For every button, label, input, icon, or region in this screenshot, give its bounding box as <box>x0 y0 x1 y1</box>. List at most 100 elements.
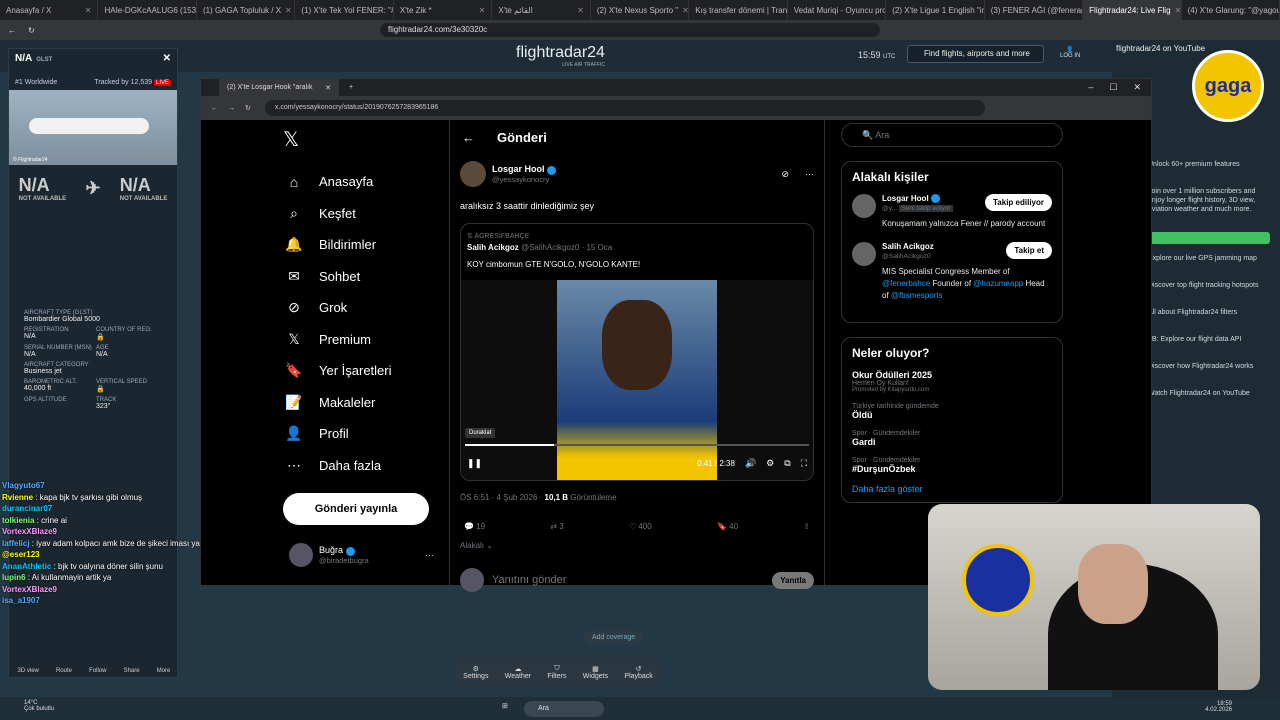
account-switcher[interactable]: Buğra @biradetbugra ··· <box>289 543 434 567</box>
trend-item[interactable]: Spor · Gündemdekiler Gardi <box>852 430 1052 447</box>
nav-item-sohbet[interactable]: ✉ Sohbet <box>283 261 443 293</box>
close-icon[interactable]: ✕ <box>81 6 92 15</box>
promo-item[interactable]: Discover top flight tracking hotspots <box>1148 281 1270 290</box>
browser-tab[interactable]: Anasayfa / X ✕ <box>0 0 99 20</box>
chat-username[interactable]: laffelicj <box>2 539 30 548</box>
browser-tab[interactable]: (3) FENER AĞI (@fenerağ✕ <box>985 0 1084 20</box>
trend-item[interactable]: Spor · Gündemdekiler #DurşunÖzbek <box>852 457 1052 474</box>
panel-action-follow[interactable]: Follow <box>89 668 106 674</box>
reply-sort[interactable]: Alakalı ⌄ <box>460 541 814 550</box>
maximize-icon[interactable]: ☐ <box>1109 82 1117 93</box>
trend-item[interactable]: Okur Ödülleri 2025 Hemen Oy Kullan! Promot… <box>852 370 1052 393</box>
pip-icon[interactable]: ⧉ <box>784 458 790 469</box>
nav-item-anasayfa[interactable]: ⌂ Anasayfa <box>283 166 443 198</box>
browser-tab[interactable]: (2) X'te Nexus Sporto " ✕ <box>591 0 690 20</box>
login-button[interactable]: 👤 LOG IN <box>1060 46 1080 59</box>
browser-tab[interactable]: X'te القائم ✕ <box>492 0 591 20</box>
promo-item[interactable]: Join over 1 million subscribers and enjo… <box>1148 187 1270 214</box>
promo-item[interactable]: Discover how Flightradar24 works <box>1148 362 1270 371</box>
browser-tab[interactable]: Flightradar24: Live Flig ✕ <box>1083 0 1182 20</box>
follow-button[interactable]: Takip et <box>1006 242 1052 260</box>
taskbar-search[interactable]: Ara <box>524 701 604 717</box>
outer-url-input[interactable]: flightradar24.com/3e30320c <box>380 23 880 37</box>
close-icon[interactable]: ✕ <box>163 53 171 64</box>
post-button[interactable]: Gönderi yayınla <box>283 493 429 525</box>
nav-item-grok[interactable]: ⊘ Grok <box>283 292 443 324</box>
browser-tab[interactable]: (4) X'te Glarung: "@yagou✕ <box>1182 0 1280 20</box>
share-icon[interactable]: ⇪ <box>803 522 810 531</box>
browser-tab[interactable]: Vedat Muriqi - Oyuncu pro✕ <box>788 0 887 20</box>
browser-tab[interactable]: X'te Zik * ✕ <box>394 0 493 20</box>
back-icon[interactable]: ← <box>8 26 16 35</box>
close-icon[interactable]: ✕ <box>325 84 331 92</box>
quoted-tweet[interactable]: ⇅ AGRESİFBAHÇE Salih Acikgoz @SalihAcikg… <box>460 223 814 481</box>
x-logo-icon[interactable]: 𝕏 <box>283 127 443 152</box>
toolbar-filters[interactable]: ⛉ Filters <box>547 665 566 680</box>
back-arrow-icon[interactable]: ← <box>462 130 475 145</box>
toolbar-settings[interactable]: ⚙ Settings <box>463 665 488 680</box>
reply-input[interactable]: Yanıtını gönder <box>492 574 566 586</box>
reply-submit-button[interactable]: Yanıtla <box>772 571 814 589</box>
browser-tab[interactable]: HAIe-DGKcAALUG6 (1536×✕ <box>98 0 197 20</box>
add-coverage-button[interactable]: Add coverage <box>584 631 644 644</box>
reload-icon[interactable]: ↻ <box>245 104 251 112</box>
chat-username[interactable]: isa_a1907 <box>2 596 40 605</box>
video-player[interactable]: Duraklat ❚❚ 0:41 / 2:38 🔊 ⚙ ⧉ ⛶ <box>461 280 813 480</box>
toolbar-weather[interactable]: ☁ Weather <box>505 665 531 680</box>
more-icon[interactable]: ··· <box>425 550 434 560</box>
windows-start-icon[interactable]: ⊞ <box>502 702 508 710</box>
chat-username[interactable]: tolkienia <box>2 516 34 525</box>
reload-icon[interactable]: ↻ <box>28 26 35 35</box>
nav-item-yer-i̇şaretleri[interactable]: 🔖 Yer İşaretleri <box>283 355 443 387</box>
aircraft-photo[interactable]: © Flightradar24 <box>9 90 177 165</box>
person-card[interactable]: Losgar Hool @y... Seni takip ediyor Konu… <box>852 194 1052 230</box>
panel-action-route[interactable]: Route <box>56 668 72 674</box>
x-search-input[interactable]: 🔍 Ara <box>841 123 1063 147</box>
settings-icon[interactable]: ⚙ <box>766 458 774 469</box>
back-icon[interactable]: ← <box>211 105 218 112</box>
browser-tab[interactable]: Kış transfer dönemi | Trans✕ <box>689 0 788 20</box>
promo-item[interactable]: Explore our live GPS jamming map <box>1148 254 1270 263</box>
avatar[interactable] <box>460 161 486 187</box>
nav-item-makaleler[interactable]: 📝 Makaleler <box>283 387 443 419</box>
close-icon[interactable]: ✕ <box>281 6 292 15</box>
chat-username[interactable]: VortexXBlaze9 <box>2 527 57 536</box>
chat-username[interactable]: lupin6 <box>2 573 26 582</box>
fr24-search-input[interactable]: Find flights, airports and more <box>907 45 1044 63</box>
weather-widget[interactable]: 14°C Çok bulutlu <box>24 700 54 712</box>
fr24-logo[interactable]: flightradar24 LIVE AIR TRAFFIC <box>516 44 605 68</box>
tweet-author[interactable]: Losgar Hool @yessaykonocry <box>492 164 557 184</box>
show-more-link[interactable]: Daha fazla göster <box>852 484 1052 494</box>
close-icon[interactable]: ✕ <box>573 6 584 15</box>
promo-item[interactable]: Watch Flightradar24 on YouTube <box>1148 389 1270 398</box>
trend-item[interactable]: Türkiye tarihinde gündemde Öldü <box>852 403 1052 420</box>
inner-url-input[interactable]: x.com/yessaykonocry/status/2019076257283… <box>264 100 985 116</box>
promo-cta-button[interactable] <box>1148 232 1270 244</box>
volume-icon[interactable]: 🔊 <box>745 458 756 469</box>
browser-tab[interactable]: (1) GAGA Topluluk / X ✕ <box>197 0 296 20</box>
clock[interactable]: 18:59 4.02.2026 <box>1205 701 1232 713</box>
pause-icon[interactable]: ❚❚ <box>467 458 482 469</box>
grok-icon[interactable]: ⊘ <box>781 169 789 180</box>
nav-item-bildirimler[interactable]: 🔔 Bildirimler <box>283 229 443 261</box>
chat-username[interactable]: durancinar07 <box>2 504 52 513</box>
forward-icon[interactable]: → <box>228 105 235 112</box>
person-card[interactable]: Salih Acikgoz @SalihAcikgoz0 MIS Speciali… <box>852 242 1052 302</box>
retweet-button[interactable]: ⇄ 3 <box>550 522 563 531</box>
fullscreen-icon[interactable]: ⛶ <box>801 458 807 469</box>
close-icon[interactable]: ✕ <box>475 6 486 15</box>
reply-button[interactable]: 💬 19 <box>464 522 485 531</box>
close-window-icon[interactable]: ✕ <box>1133 82 1141 93</box>
chat-username[interactable]: VortexXBlaze9 <box>2 585 57 594</box>
chat-username[interactable]: @eser123 <box>2 550 40 559</box>
promo-item[interactable]: All about Flightradar24 filters <box>1148 308 1270 317</box>
close-icon[interactable]: ✕ <box>678 6 688 15</box>
nav-item-keşfet[interactable]: ⌕ Keşfet <box>283 198 443 230</box>
chat-username[interactable]: Rvienne <box>2 493 33 502</box>
panel-action-3d-view[interactable]: 3D view <box>18 668 39 674</box>
inner-tab[interactable]: (2) X'te Losgar Hook "aralık ✕ <box>219 79 339 96</box>
toolbar-playback[interactable]: ↺ Playback <box>624 665 652 680</box>
panel-action-more[interactable]: More <box>157 668 171 674</box>
like-button[interactable]: ♡ 400 <box>629 522 652 531</box>
browser-tab[interactable]: (1) X'te Tek Yol FENER: "#S"✕ <box>295 0 394 20</box>
